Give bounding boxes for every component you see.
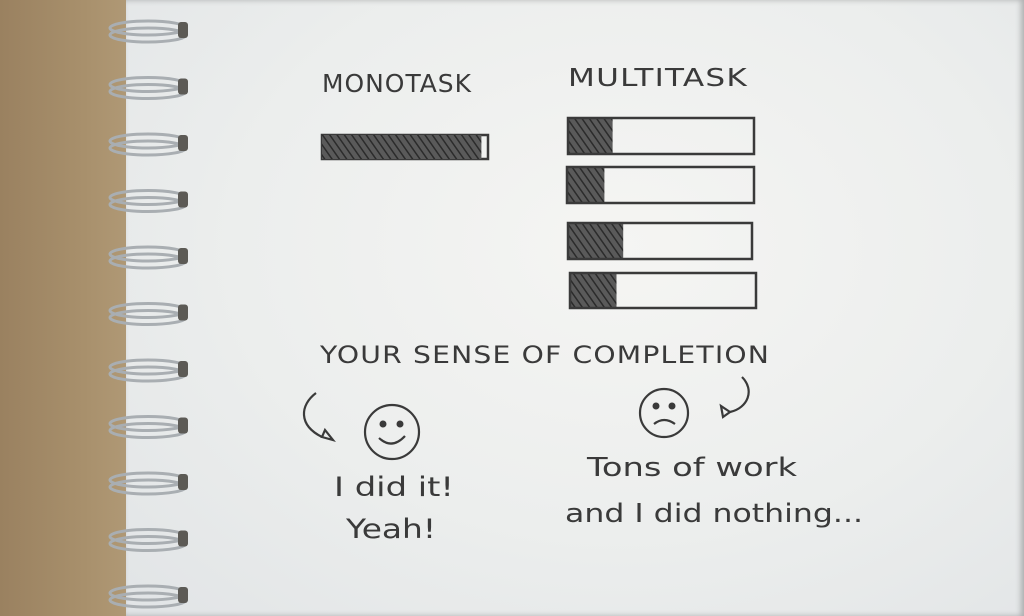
sad-text-line1: Tons of work	[586, 453, 797, 483]
smiley-face-icon	[363, 403, 421, 461]
multitask-heading: MULTITASK	[568, 63, 748, 92]
curved-arrow-right-icon	[719, 376, 750, 419]
happy-text-line1: I did it!	[334, 472, 454, 503]
monotask-progress-fill	[322, 135, 482, 159]
sad-text-line2: and I did nothing...	[565, 499, 863, 529]
multitask-bar-4	[568, 271, 758, 310]
monotask-heading: MONOTASK	[322, 69, 472, 98]
completion-caption: YOUR SENSE OF COMPLETION	[319, 341, 770, 369]
monotask-progress-bar	[320, 133, 490, 161]
multitask-bar-3	[566, 221, 754, 261]
sketch-drawing: MONOTASK MULTITASK YOUR SENSE OF COMPLET…	[302, 63, 863, 545]
curved-arrow-left-icon	[302, 392, 336, 442]
sad-face-icon	[638, 387, 690, 439]
multitask-bar-fill-2	[567, 167, 605, 203]
multitask-progress-bars	[565, 116, 758, 310]
multitask-bar-fill-1	[568, 118, 613, 154]
multitask-bar-2	[565, 165, 756, 205]
happy-text-line2: Yeah!	[345, 514, 436, 545]
multitask-bar-1	[566, 116, 756, 156]
multitask-bar-fill-4	[570, 273, 617, 308]
multitask-bar-fill-3	[568, 223, 624, 259]
